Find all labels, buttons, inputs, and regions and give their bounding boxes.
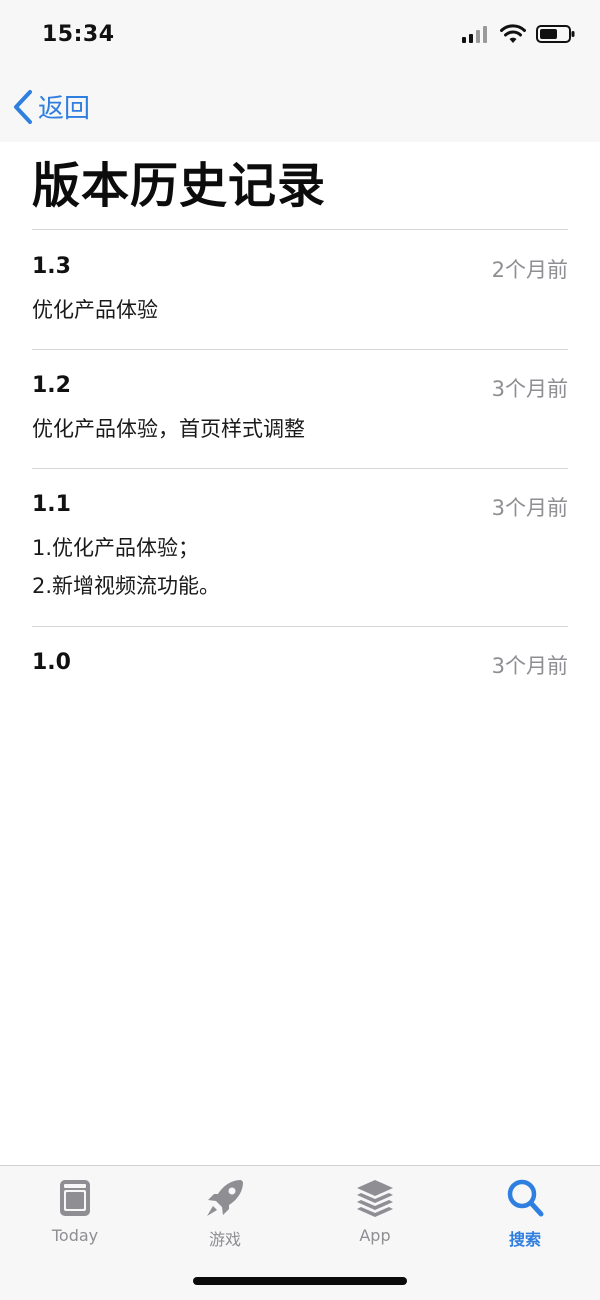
- divider: [32, 626, 568, 627]
- divider: [32, 349, 568, 350]
- version-entry: 1.2 3个月前 优化产品体验，首页样式调整: [32, 373, 568, 468]
- version-date: 3个月前: [491, 654, 568, 678]
- status-bar: 15:34: [0, 0, 600, 70]
- tab-label: 搜索: [508, 1230, 541, 1249]
- wifi-icon: [500, 24, 526, 43]
- version-entry: 1.3 2个月前 优化产品体验: [32, 254, 568, 349]
- version-date: 2个月前: [491, 258, 568, 282]
- version-entry: 1.1 3个月前 1.优化产品体验； 2.新增视频流功能。: [32, 492, 568, 626]
- version-note: 1.优化产品体验；: [32, 536, 200, 560]
- version-note: 优化产品体验: [32, 298, 158, 322]
- tab-label: Today: [51, 1226, 99, 1245]
- version-date: 3个月前: [491, 377, 568, 401]
- search-icon: [507, 1179, 544, 1217]
- divider: [32, 468, 568, 469]
- version-number: 1.2: [32, 373, 71, 398]
- battery-icon: [536, 25, 575, 43]
- page-title: 版本历史记录: [32, 158, 327, 214]
- signal-icon: [462, 26, 487, 43]
- version-number: 1.3: [32, 254, 71, 279]
- version-date: 3个月前: [491, 496, 568, 520]
- back-label: 返回: [38, 94, 91, 124]
- rocket-icon: [207, 1180, 243, 1216]
- chevron-left-icon: [14, 89, 32, 124]
- status-icons: [462, 24, 576, 44]
- tab-apps[interactable]: App: [325, 1176, 425, 1245]
- version-entry: 1.0 3个月前: [32, 650, 568, 690]
- app-stack-icon: [357, 1180, 393, 1217]
- tab-label: 游戏: [208, 1230, 241, 1249]
- tab-today[interactable]: Today: [25, 1176, 125, 1245]
- divider: [32, 229, 568, 230]
- nav-bar: 返回: [0, 70, 600, 142]
- version-number: 1.0: [32, 650, 71, 675]
- home-indicator: [193, 1277, 407, 1285]
- today-icon: [60, 1180, 90, 1216]
- version-number: 1.1: [32, 492, 71, 517]
- tab-search[interactable]: 搜索: [475, 1176, 575, 1250]
- tab-label: App: [359, 1226, 391, 1245]
- version-note: 优化产品体验，首页样式调整: [32, 417, 305, 441]
- version-note: 2.新增视频流功能。: [32, 574, 221, 598]
- tab-games[interactable]: 游戏: [175, 1176, 275, 1250]
- status-time: 15:34: [42, 22, 115, 47]
- back-button[interactable]: 返回: [12, 88, 90, 125]
